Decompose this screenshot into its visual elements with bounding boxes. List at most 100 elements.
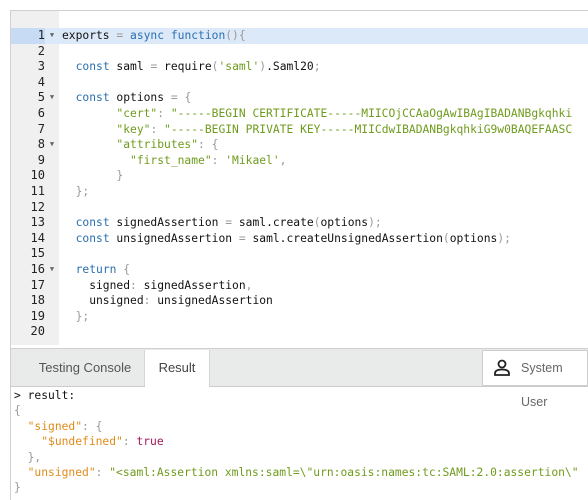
code-line[interactable]: 11 };	[11, 184, 588, 200]
code-token: "unsigned"	[27, 465, 96, 479]
line-number: 19	[30, 308, 45, 323]
code-line[interactable]: 7 "key": "-----BEGIN PRIVATE KEY-----MII…	[11, 122, 588, 138]
code-text: }	[62, 168, 123, 184]
system-user-button[interactable]: System User	[482, 350, 588, 409]
line-number: 2	[37, 43, 45, 58]
code-token: ,	[245, 278, 253, 292]
code-token: =	[150, 60, 165, 74]
code-token: :	[143, 294, 158, 308]
code-token: : {	[82, 419, 103, 433]
code-token: saml.createUnsignedAssertion	[252, 231, 443, 245]
code-token: require	[164, 60, 212, 74]
bottom-panel: Testing Console Result System User > res…	[10, 345, 588, 500]
code-token: saml	[116, 60, 151, 74]
code-token: :	[157, 107, 171, 120]
tab-testing-console[interactable]: Testing Console	[26, 350, 145, 386]
code-token: return	[75, 263, 124, 276]
code-token: options	[320, 216, 369, 230]
code-token: options	[116, 91, 171, 105]
code-line[interactable]: 3 const saml = require('saml').Saml20;	[11, 59, 588, 75]
code-token: (){	[225, 29, 246, 42]
line-number: 11	[30, 184, 45, 198]
code-line[interactable]: 19 };	[11, 309, 588, 325]
code-token: "key"	[116, 122, 151, 136]
line-number: 20	[30, 324, 45, 339]
code-token: "-----BEGIN CERTIFICATE-----MIICOjCCAaOg…	[170, 107, 573, 120]
code-text: "cert": "-----BEGIN CERTIFICATE-----MIIC…	[62, 106, 572, 122]
code-line[interactable]: 5 ▼ const options = {	[11, 90, 588, 106]
code-text: return {	[62, 262, 130, 278]
code-text: };	[62, 309, 90, 325]
fold-toggle-icon[interactable]: ▼	[45, 137, 59, 153]
fold-toggle-icon[interactable]: ▼	[45, 262, 59, 278]
code-token: );	[368, 216, 382, 230]
code-token: unsignedAssertion	[116, 231, 239, 245]
code-token: options	[449, 231, 498, 245]
line-number: 16	[30, 262, 45, 276]
code-line[interactable]: 2	[11, 44, 588, 60]
code-token: },	[27, 450, 42, 464]
code-token: const	[75, 216, 117, 230]
code-text: const saml = require('saml').Saml20;	[62, 59, 321, 75]
code-editor[interactable]: 1 ▼ exports = async function(){2 3 const sa…	[10, 10, 588, 345]
code-token: 'saml'	[218, 60, 260, 74]
code-text: const options = {	[62, 90, 192, 106]
line-number: 14	[30, 230, 45, 245]
code-token: {	[123, 263, 131, 276]
code-line[interactable]: 8 ▼ "attributes": {	[11, 137, 588, 153]
code-line[interactable]: 1 ▼ exports = async function(){	[11, 28, 588, 44]
code-token: =	[225, 216, 239, 230]
code-token: };	[75, 309, 90, 323]
code-token: = {	[170, 91, 192, 105]
code-text: const unsignedAssertion = saml.createUns…	[62, 231, 511, 247]
console-line: "signed": {	[14, 419, 579, 434]
code-token: "signed"	[27, 419, 83, 433]
code-text: const signedAssertion = saml.create(opti…	[62, 215, 382, 231]
code-line[interactable]: 17 signed: signedAssertion,	[11, 278, 588, 294]
code-text: exports = async function(){	[62, 28, 246, 44]
line-number: 15	[30, 246, 45, 261]
code-line[interactable]: 10 }	[11, 168, 588, 184]
code-line[interactable]: 14 const unsignedAssertion = saml.create…	[11, 231, 588, 247]
fold-toggle-icon[interactable]: ▼	[45, 90, 59, 106]
code-token: "attributes"	[116, 138, 199, 152]
code-token: "cert"	[116, 107, 158, 120]
code-line[interactable]: 18 unsigned: unsignedAssertion	[11, 293, 588, 309]
code-token: const	[75, 60, 117, 74]
code-token: "<saml:Assertion xmlns:saml=\"urn:oasis:…	[109, 465, 579, 479]
code-line[interactable]: 12	[11, 200, 588, 216]
code-token: true	[136, 435, 164, 449]
code-line[interactable]: 6 "cert": "-----BEGIN CERTIFICATE-----MI…	[11, 106, 588, 122]
code-token: "first_name"	[130, 153, 212, 167]
code-line[interactable]: 16 ▼ return {	[11, 262, 588, 278]
code-token: unsignedAssertion	[157, 294, 273, 308]
code-token: "$undefined"	[41, 435, 123, 449]
fold-toggle-icon[interactable]: ▼	[45, 28, 59, 44]
code-line[interactable]: 20	[11, 324, 588, 340]
code-line[interactable]: 9 "first_name": 'Mikael',	[11, 153, 588, 169]
code-token: signedAssertion	[116, 216, 226, 230]
code-line[interactable]: 4	[11, 75, 588, 91]
code-line[interactable]: 13 const signedAssertion = saml.create(o…	[11, 215, 588, 231]
line-number: 17	[30, 277, 45, 292]
console-line: },	[14, 450, 579, 465]
console-line: }	[14, 480, 579, 495]
console-line: {	[14, 403, 579, 418]
code-text: "attributes": {	[62, 137, 218, 153]
tab-result[interactable]: Result	[145, 350, 210, 387]
code-text: };	[62, 184, 90, 200]
code-line[interactable]: 15	[11, 246, 588, 262]
code-token: > result:	[14, 389, 76, 402]
code-token: };	[75, 185, 90, 198]
code-token: :	[130, 278, 144, 292]
code-token: ;	[313, 60, 321, 74]
